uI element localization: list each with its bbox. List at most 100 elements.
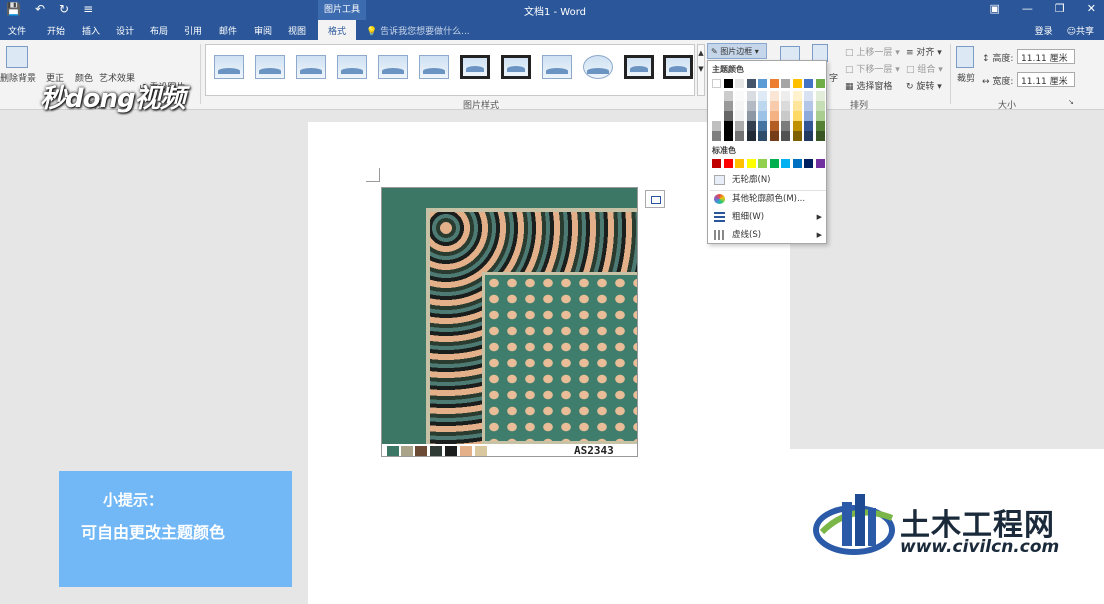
theme-color-swatch[interactable]	[792, 79, 802, 88]
picture-style-9[interactable]	[542, 55, 572, 79]
standard-color-swatch[interactable]	[735, 159, 744, 168]
theme-shade-swatch[interactable]	[792, 91, 802, 101]
theme-shade-swatch[interactable]	[723, 111, 733, 121]
remove-background-icon[interactable]	[6, 46, 28, 68]
theme-shade-swatch[interactable]	[769, 131, 779, 141]
crop-button[interactable]: 裁剪	[957, 71, 975, 84]
customize-icon[interactable]: ≡	[83, 2, 93, 16]
theme-shade-swatch[interactable]	[769, 121, 779, 131]
theme-shade-swatch[interactable]	[781, 101, 790, 111]
width-input[interactable]: 11.11 厘米	[1017, 72, 1075, 87]
picture-style-7[interactable]	[460, 55, 490, 79]
tab-design[interactable]: 设计	[116, 24, 134, 37]
group-button[interactable]: □ 组合 ▾	[906, 62, 943, 75]
weight-item[interactable]: 粗细(W) ▶	[710, 208, 826, 226]
picture-style-5[interactable]	[378, 55, 408, 79]
gallery-scroll[interactable]: ▲ ▼	[697, 44, 705, 96]
picture-style-4[interactable]	[337, 55, 367, 79]
align-button[interactable]: ≡ 对齐 ▾	[906, 45, 942, 58]
save-icon[interactable]: 💾	[6, 2, 21, 16]
theme-shade-swatch[interactable]	[815, 131, 825, 141]
theme-color-swatch[interactable]	[723, 79, 733, 88]
signin-link[interactable]: 登录	[1035, 24, 1053, 37]
tab-view[interactable]: 视图	[288, 24, 306, 37]
picture-style-3[interactable]	[296, 55, 326, 79]
redo-icon[interactable]: ↻	[59, 2, 69, 16]
theme-shade-swatch[interactable]	[712, 111, 721, 121]
height-input[interactable]: 11.11 厘米	[1017, 49, 1075, 64]
theme-shade-swatch[interactable]	[815, 121, 825, 131]
standard-color-swatch[interactable]	[758, 159, 767, 168]
crop-icon[interactable]	[956, 46, 974, 68]
picture-style-10[interactable]	[583, 55, 613, 79]
theme-shade-swatch[interactable]	[712, 131, 721, 141]
restore-icon[interactable]: ❐	[1055, 2, 1065, 15]
standard-color-swatch[interactable]	[712, 159, 721, 168]
tab-mailings[interactable]: 邮件	[219, 24, 237, 37]
picture-style-1[interactable]	[214, 55, 244, 79]
tab-layout[interactable]: 布局	[150, 24, 168, 37]
tab-format[interactable]: 格式	[318, 20, 357, 40]
remove-background-button[interactable]: 删除背景	[0, 71, 36, 84]
close-icon[interactable]: ✕	[1087, 2, 1096, 15]
theme-shade-swatch[interactable]	[758, 131, 767, 141]
standard-color-swatch[interactable]	[792, 159, 802, 168]
theme-shade-swatch[interactable]	[735, 131, 744, 141]
tab-references[interactable]: 引用	[184, 24, 202, 37]
share-button[interactable]: ☺共享	[1067, 24, 1094, 37]
rotate-button[interactable]: ↻ 旋转 ▾	[906, 79, 942, 92]
theme-color-swatch[interactable]	[758, 79, 767, 88]
theme-shade-swatch[interactable]	[815, 111, 825, 121]
theme-color-swatch[interactable]	[815, 79, 825, 88]
theme-shade-swatch[interactable]	[769, 101, 779, 111]
theme-shade-swatch[interactable]	[804, 131, 813, 141]
theme-color-swatch[interactable]	[781, 79, 790, 88]
theme-shade-swatch[interactable]	[781, 121, 790, 131]
standard-color-swatch[interactable]	[781, 159, 790, 168]
theme-shade-swatch[interactable]	[735, 91, 744, 101]
standard-color-swatch[interactable]	[815, 159, 825, 168]
theme-shade-swatch[interactable]	[712, 121, 721, 131]
tab-review[interactable]: 审阅	[254, 24, 272, 37]
layout-options-button[interactable]	[645, 190, 665, 208]
theme-shade-swatch[interactable]	[746, 131, 756, 141]
dashes-item[interactable]: 虚线(S) ▶	[710, 226, 826, 244]
undo-icon[interactable]: ↶	[35, 2, 45, 16]
theme-shade-swatch[interactable]	[769, 91, 779, 101]
theme-shade-swatch[interactable]	[723, 131, 733, 141]
tab-file[interactable]: 文件	[8, 24, 26, 37]
more-outline-colors-item[interactable]: 其他轮廓颜色(M)...	[710, 190, 826, 208]
theme-shade-swatch[interactable]	[723, 121, 733, 131]
theme-shade-swatch[interactable]	[792, 101, 802, 111]
picture-style-11[interactable]	[624, 55, 654, 79]
tab-home[interactable]: 开始	[47, 24, 65, 37]
theme-shade-swatch[interactable]	[735, 111, 744, 121]
carpet-picture[interactable]: AS2343	[381, 187, 638, 457]
no-outline-item[interactable]: 无轮廓(N)	[710, 171, 826, 189]
standard-color-swatch[interactable]	[723, 159, 733, 168]
theme-shade-swatch[interactable]	[792, 131, 802, 141]
theme-shade-swatch[interactable]	[804, 101, 813, 111]
size-dialog-launcher[interactable]: ↘	[1068, 98, 1074, 106]
theme-shade-swatch[interactable]	[804, 111, 813, 121]
theme-shade-swatch[interactable]	[723, 91, 733, 101]
ribbon-display-icon[interactable]: ▣	[990, 2, 1000, 15]
minimize-icon[interactable]: —	[1022, 2, 1033, 15]
standard-color-swatch[interactable]	[746, 159, 756, 168]
picture-style-12[interactable]	[663, 55, 693, 79]
theme-shade-swatch[interactable]	[723, 101, 733, 111]
selection-pane-button[interactable]: ▦ 选择窗格	[845, 79, 892, 92]
standard-color-swatch[interactable]	[769, 159, 779, 168]
theme-shade-swatch[interactable]	[758, 111, 767, 121]
theme-shade-swatch[interactable]	[712, 91, 721, 101]
theme-shade-swatch[interactable]	[804, 91, 813, 101]
picture-border-button[interactable]: ✎ 图片边框 ▾	[707, 43, 767, 59]
theme-color-swatch[interactable]	[735, 79, 744, 88]
theme-color-swatch[interactable]	[746, 79, 756, 88]
theme-shade-swatch[interactable]	[735, 101, 744, 111]
theme-shade-swatch[interactable]	[792, 111, 802, 121]
picture-style-2[interactable]	[255, 55, 285, 79]
theme-shade-swatch[interactable]	[769, 111, 779, 121]
theme-color-swatch[interactable]	[712, 79, 721, 88]
theme-shade-swatch[interactable]	[781, 91, 790, 101]
